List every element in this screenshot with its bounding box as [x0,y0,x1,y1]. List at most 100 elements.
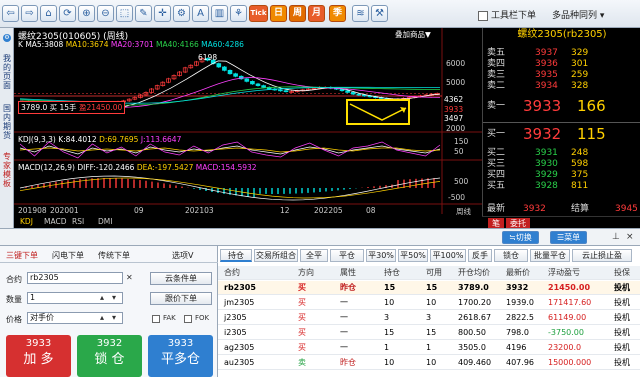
macd-dea: DEA:-197.5427 [136,163,194,172]
settle-price: 3945 [615,204,638,214]
tick-chart-icon[interactable]: Tick [249,5,268,22]
toolbar-below-order-option[interactable]: 工具栏下单 [478,8,536,21]
overlay-dropdown[interactable]: 叠加商品▼ [395,29,431,40]
refresh-icon[interactable]: ⟳ [59,5,76,22]
gear-icon[interactable]: ⚙ [3,34,11,42]
lock-position-button[interactable]: 3932 锁 仓 [77,335,142,377]
column-header[interactable]: 方向 [298,266,314,280]
tab-flash-order[interactable]: 闪电下单 [52,250,84,261]
positions-tab-6[interactable]: 平100% [430,249,466,262]
sidebar-item-domestic-futures[interactable]: 国内期货 [2,104,12,140]
tab-traditional-order[interactable]: 传统下单 [98,250,130,261]
positions-tab-1[interactable]: 交易所组合 [254,249,298,262]
tool-icon[interactable]: ⚒ [371,5,388,22]
price-input[interactable]: 对手价 [27,312,123,324]
week-period-icon[interactable]: 周 [289,5,306,22]
stepper-up-icon[interactable]: ▴ [100,293,104,302]
cell-attr: 一 [340,343,348,352]
tab-three-key-order[interactable]: 三键下单 [6,250,38,261]
bids-row[interactable]: 买五 3928 811 [483,181,640,192]
positions-tab-3[interactable]: 平仓 [330,249,364,262]
switch-button[interactable]: ≒切换 [502,231,539,244]
kdj-label: KDJ(9,3,3) [18,135,56,144]
analysis-icon[interactable]: ⚘ [230,5,247,22]
asks-row[interactable]: 卖四 3936 301 [483,59,640,70]
column-header[interactable]: 最新价 [506,266,530,280]
back-icon[interactable]: ⇦ [2,5,19,22]
positions-tab-7[interactable]: 反手 [468,249,492,262]
checkbox-icon[interactable] [478,10,488,21]
table-row[interactable]: i2305 买 一 15 15 800.50 798.0 -3750.00 投机 [218,326,640,340]
positions-tab-0[interactable]: 持仓 [220,249,252,262]
column-header[interactable]: 投保 [614,266,630,280]
fak-checkbox[interactable] [152,315,160,323]
bids-row[interactable]: 买一 3932 115 [483,124,640,144]
sidebar-item-my-page[interactable]: 我的页面 [2,54,12,90]
clear-icon[interactable]: ✕ [126,273,133,282]
column-header[interactable]: 持仓 [384,266,400,280]
asks-row[interactable]: 卖五 3937 329 [483,48,640,59]
column-header[interactable]: 可用 [426,266,442,280]
price-up-icon[interactable]: ▴ [100,313,104,322]
settings-icon[interactable]: ⚙ [173,5,190,22]
column-header[interactable]: 浮动盈亏 [548,266,580,280]
contract-input[interactable]: rb2305 [27,272,123,284]
cell-avg: 3789.0 [458,283,489,292]
positions-tab-2[interactable]: 全平 [300,249,328,262]
day-period-icon[interactable]: 日 [270,5,287,22]
close-long-button[interactable]: 3933 平多仓 [148,335,213,377]
positions-tab-5[interactable]: 平50% [398,249,428,262]
table-row[interactable]: rb2305 买 昨仓 15 15 3789.0 3932 21450.00 投机 [218,281,640,295]
indicator-tab-rsi[interactable]: RSI [72,217,84,226]
asks-row[interactable]: 卖一 3933 166 [483,96,640,116]
column-header[interactable]: 合约 [224,266,240,280]
season-period-icon[interactable]: 季 [329,5,346,22]
add-long-button[interactable]: 3933 加 多 [6,335,71,377]
asks-row[interactable]: 卖三 3935 259 [483,70,640,81]
indicator-tab-macd[interactable]: MACD [44,217,66,226]
pin-icon[interactable]: ⊥ [612,232,620,242]
zoom-in-icon[interactable]: ⊕ [78,5,95,22]
fok-checkbox[interactable] [184,315,192,323]
order-book-tabs: 笔 委托 [482,216,640,229]
text-icon[interactable]: A [192,5,209,22]
close-long-label: 平多仓 [160,352,200,367]
stepper-down-icon[interactable]: ▾ [112,293,116,302]
positions-tab-9[interactable]: 批量平仓 [530,249,570,262]
draw-pen-icon[interactable]: ✎ [135,5,152,22]
menu-button[interactable]: ☰菜单 [550,231,588,244]
close-icon[interactable]: × [626,232,634,242]
bids-row[interactable]: 买三 3930 598 [483,159,640,170]
quantity-stepper[interactable]: 1 [27,292,123,304]
follow-price-button[interactable]: 跟价下单 [150,292,212,305]
indicator-tab-dmi[interactable]: DMI [98,217,112,226]
price-down-icon[interactable]: ▾ [112,313,116,322]
cross-cursor-icon[interactable]: ✛ [154,5,171,22]
asks-row[interactable]: 卖二 3934 328 [483,81,640,92]
forward-icon[interactable]: ⇨ [21,5,38,22]
select-icon[interactable]: ⬚ [116,5,133,22]
kline-chart[interactable]: 螺纹2305(010605) (周线) 叠加商品▼ K MA5:3808 MA1… [14,28,482,228]
bids-row[interactable]: 买四 3929 375 [483,170,640,181]
position-marker[interactable]: 3789.0 买 15手 盈21450.00 [18,101,126,114]
multi-variety-dropdown[interactable]: 多品种同列 ▾ [552,8,604,21]
positions-tab-4[interactable]: 平30% [366,249,396,262]
column-header[interactable]: 开仓均价 [458,266,490,280]
sidebar-item-expert-template[interactable]: 专家模板 [2,152,12,188]
bids-row[interactable]: 买二 3931 248 [483,148,640,159]
zoom-out-icon[interactable]: ⊖ [97,5,114,22]
indicator-tab-kdj[interactable]: KDJ [20,217,33,226]
options-dropdown[interactable]: 选项V [172,250,193,261]
table-row[interactable]: jm2305 买 一 10 10 1700.20 1939.0 171417.60 投机 [218,296,640,310]
table-row[interactable]: au2305 卖 昨仓 10 10 409.460 407.96 15000.000 投机 [218,356,640,370]
positions-tab-10[interactable]: 云止损止盈 [572,249,632,262]
column-header[interactable]: 属性 [340,266,356,280]
home-icon[interactable]: ⌂ [40,5,57,22]
cloud-condition-button[interactable]: 云条件单 [150,272,212,285]
positions-tab-8[interactable]: 锁仓 [494,249,528,262]
indicator-icon[interactable]: ≋ [352,5,369,22]
table-row[interactable]: ag2305 买 一 1 1 3505.0 4196 23200.0 投机 [218,341,640,355]
month-period-icon[interactable]: 月 [308,5,325,22]
table-row[interactable]: j2305 买 一 3 3 2618.67 2822.5 61149.00 投机 [218,311,640,325]
bar-chart-icon[interactable]: ▥ [211,5,228,22]
